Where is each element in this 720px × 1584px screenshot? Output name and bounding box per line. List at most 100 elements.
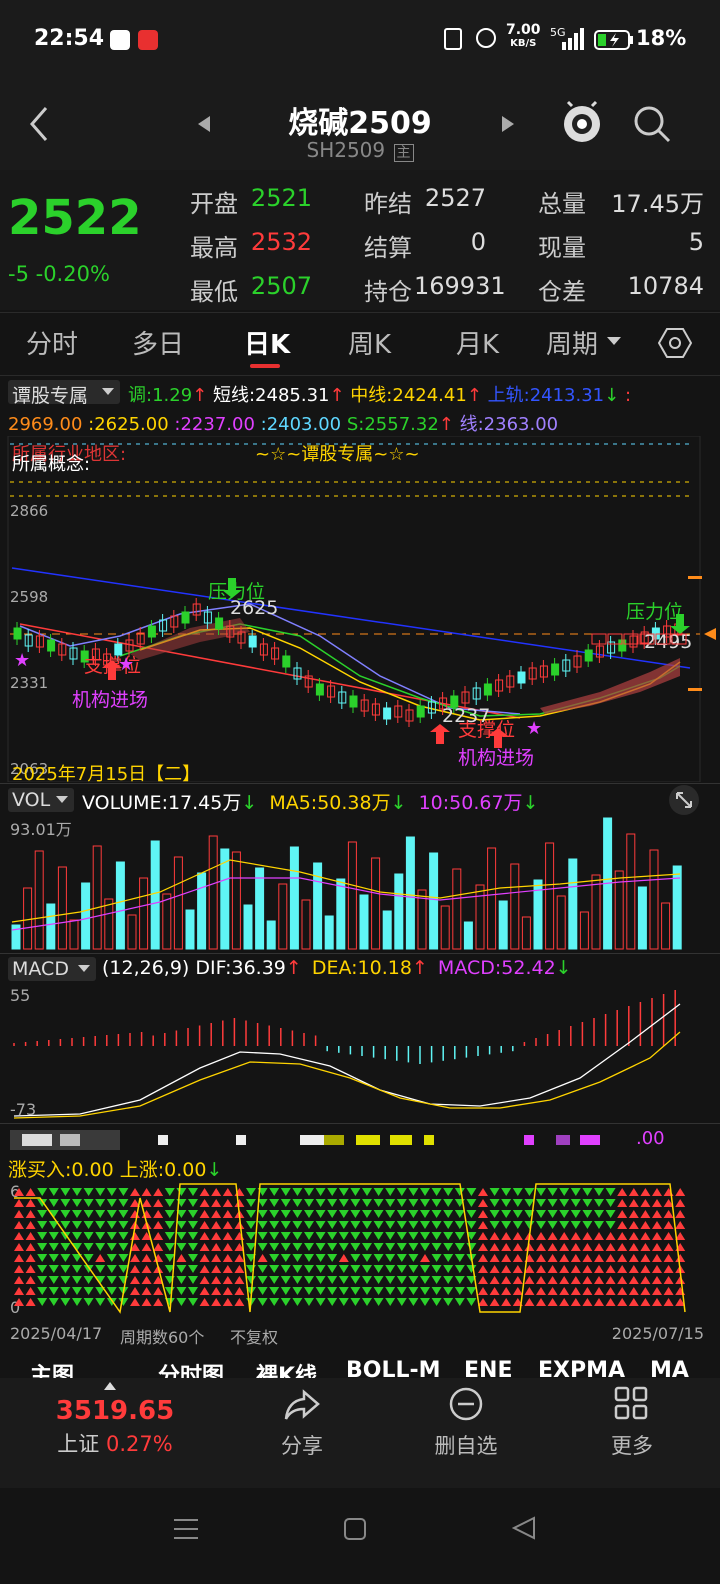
signal-arrow [60, 1265, 71, 1273]
tab-2[interactable]: 日K [244, 324, 290, 361]
signal-arrow [396, 1221, 407, 1229]
signal-arrow [60, 1221, 71, 1229]
share-icon[interactable] [284, 1388, 320, 1422]
signal-arrow [628, 1287, 639, 1295]
signal-arrow [48, 1199, 59, 1207]
macd-chart[interactable] [0, 982, 720, 1122]
signal-arrow [48, 1276, 59, 1284]
signal-arrow [536, 1265, 546, 1273]
settings-hex-icon[interactable] [658, 326, 692, 360]
share-label[interactable]: 分享 [262, 1430, 342, 1460]
indicator-selector[interactable]: 谭股专属 [8, 380, 120, 407]
signal-arrow [280, 1298, 291, 1306]
next-contract-icon[interactable] [500, 114, 516, 134]
macd-values: (12,26,9) DIF:36.39↑ DEA:10.18↑ MACD:52.… [102, 957, 572, 979]
signal-arrow [350, 1210, 361, 1218]
resistance-label: 压力位 [626, 601, 683, 623]
signal-arrow [675, 1188, 686, 1196]
signal-arrow [106, 1276, 117, 1284]
signal-arrow [246, 1232, 256, 1240]
signal-arrow [478, 1265, 488, 1273]
signal-arrow [176, 1287, 187, 1295]
signal-arrow [118, 1221, 129, 1229]
macd-dif-arrow: ↑ [285, 957, 302, 979]
signal-arrow [408, 1254, 419, 1262]
quote-label: 总量 [538, 190, 586, 218]
remove-favorite-icon[interactable] [448, 1386, 484, 1422]
indicator-token: S:2557.32 [341, 414, 439, 435]
signal-arrow [605, 1298, 616, 1306]
more-grid-icon[interactable] [614, 1386, 648, 1420]
signal-arrow [176, 1232, 187, 1240]
indicator-token: 中线: [344, 385, 393, 406]
signal-arrow [246, 1210, 256, 1218]
assistant-icon[interactable] [560, 100, 604, 148]
signal-arrow [106, 1287, 117, 1295]
macd-dea: DEA:10.18 [311, 957, 412, 979]
volume-bar [475, 884, 485, 950]
signal-arrow [373, 1243, 384, 1251]
signal-arrow [466, 1221, 477, 1229]
period-dropdown-icon[interactable] [606, 336, 622, 346]
signal-arrow [489, 1221, 500, 1229]
signal-arrow [327, 1232, 338, 1240]
volume-bar [637, 886, 647, 950]
signal-arrow [14, 1210, 24, 1218]
signal-arrow [617, 1210, 628, 1218]
home-icon[interactable] [344, 1518, 366, 1540]
signal-arrow [454, 1210, 465, 1218]
volume-bar [34, 850, 44, 950]
signal-arrow [547, 1210, 558, 1218]
signal-arrow [25, 1243, 36, 1251]
signal-arrow [95, 1254, 106, 1262]
signal-arrow [408, 1188, 419, 1196]
signal-arrow [48, 1254, 59, 1262]
signal-arrow [222, 1210, 233, 1218]
last-price: 2522 [8, 190, 142, 246]
signal-arrow [315, 1221, 326, 1229]
tab-1[interactable]: 多日 [132, 324, 184, 361]
recent-apps-icon[interactable] [174, 1518, 198, 1540]
tab-4[interactable]: 月K [456, 324, 499, 361]
signal-arrow [350, 1221, 361, 1229]
signal-arrow [292, 1254, 303, 1262]
signal-arrow [60, 1188, 71, 1196]
signal-arrow [396, 1243, 407, 1251]
vol-ma10: 10:50.67万 [418, 792, 523, 814]
tab-5[interactable]: 周期 [546, 324, 598, 361]
signal-arrow [617, 1287, 628, 1295]
signal-arrow [362, 1188, 372, 1196]
tab-0[interactable]: 分时 [26, 324, 78, 361]
kline-chart[interactable]: 2866259823312063压力位压力位支撑位支撑位机构进场机构进场2625… [0, 436, 720, 782]
tab-3[interactable]: 周K [348, 324, 391, 361]
vol-selector[interactable]: VOL [8, 788, 74, 812]
panel4-arrow: ↓ [206, 1159, 223, 1181]
signal-arrow [222, 1188, 233, 1196]
signal-arrow [663, 1210, 674, 1218]
volume-chart[interactable] [0, 812, 720, 952]
signal-arrow [153, 1210, 164, 1218]
signal-arrow [48, 1265, 59, 1273]
candle [13, 627, 22, 640]
signal-chart[interactable] [0, 1180, 720, 1320]
signal-arrow [454, 1276, 465, 1284]
signal-arrow [246, 1199, 256, 1207]
signal-arrow [547, 1254, 558, 1262]
signal-arrow [211, 1199, 222, 1207]
signal-arrow [536, 1232, 546, 1240]
remove-favorite-label[interactable]: 删自选 [420, 1430, 512, 1460]
signal-arrow [605, 1210, 616, 1218]
volume-bar [173, 856, 183, 950]
kline-frame [7, 436, 701, 782]
more-label[interactable]: 更多 [592, 1430, 672, 1460]
macd-selector[interactable]: MACD [8, 957, 96, 981]
index-widget[interactable]: 3519.65 上证 0.27% [40, 1396, 190, 1466]
search-icon[interactable] [632, 104, 672, 144]
candle [282, 655, 291, 668]
nav-back-icon[interactable] [512, 1516, 536, 1540]
signal-arrow [327, 1265, 338, 1273]
signal-arrow [605, 1221, 616, 1229]
signal-arrow [269, 1210, 280, 1218]
signal-arrow [489, 1276, 500, 1284]
signal-arrow [605, 1254, 616, 1262]
